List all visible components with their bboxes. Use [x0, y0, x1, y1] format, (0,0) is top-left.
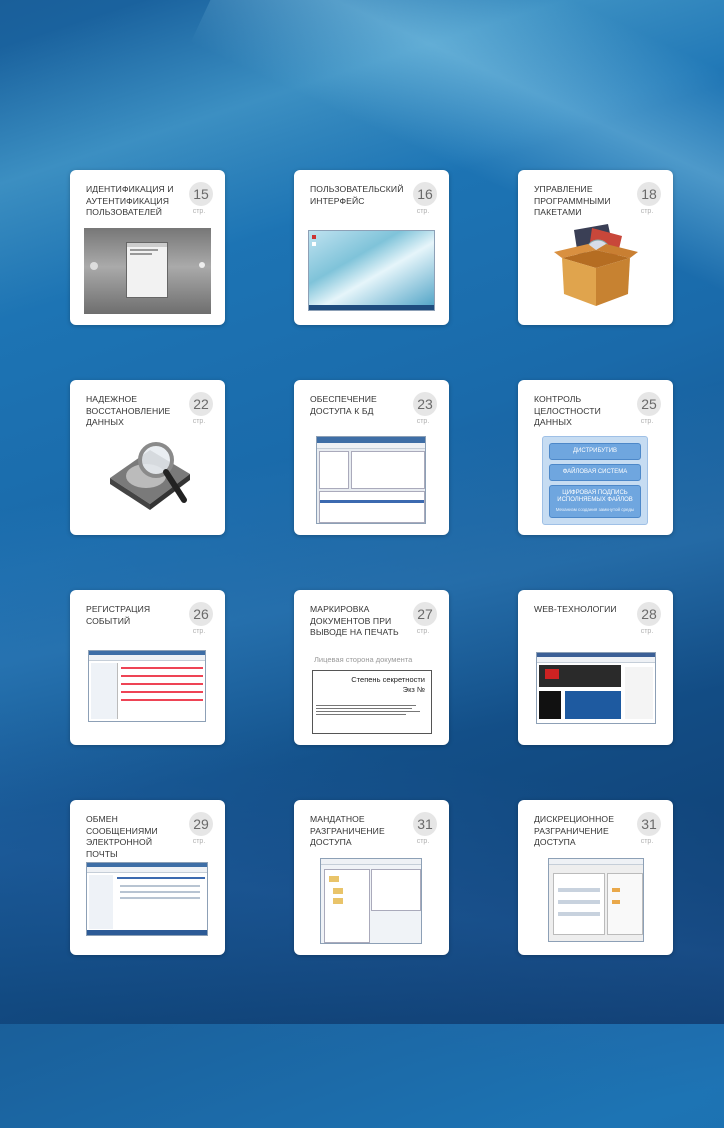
card-title: ДИСКРЕЦИОННОЕ РАЗГРАНИЧЕНИЕ ДОСТУПА	[534, 814, 615, 847]
card-web[interactable]: WEB-ТЕХНОЛОГИИ 28 стр.	[518, 590, 673, 745]
card-title: ПОЛЬЗОВАТЕЛЬСКИЙ ИНТЕРФЕЙС	[310, 184, 404, 206]
card-packages[interactable]: УПРАВЛЕНИЕ ПРОГРАММНЫМИ ПАКЕТАМИ 18 стр.	[518, 170, 673, 325]
web-image	[539, 691, 561, 719]
mail-folders	[89, 875, 113, 929]
page-number-badge: 27	[413, 602, 437, 626]
card-title: МАНДАТНОЕ РАЗГРАНИЧЕНИЕ ДОСТУПА	[310, 814, 385, 847]
card-title: МАРКИРОВКА ДОКУМЕНТОВ ПРИ ВЫВОДЕ НА ПЕЧА…	[310, 604, 399, 637]
desktop-screenshot	[308, 230, 435, 311]
page-label: стр.	[416, 208, 430, 215]
card-recovery[interactable]: НАДЕЖНОЕ ВОССТАНОВЛЕНИЕ ДАННЫХ 22 стр.	[70, 380, 225, 535]
page-label: стр.	[192, 208, 206, 215]
mandatory-attributes	[371, 869, 421, 911]
document-sample: Степень секретности Экз №	[312, 670, 432, 734]
page-number-badge: 31	[413, 812, 437, 836]
db-tree-panel	[319, 451, 349, 489]
page-label: стр.	[192, 418, 206, 425]
page-label: стр.	[640, 418, 654, 425]
login-dialog	[126, 242, 168, 298]
browser-screenshot	[536, 652, 656, 724]
card-discretionary[interactable]: ДИСКРЕЦИОННОЕ РАЗГРАНИЧЕНИЕ ДОСТУПА 31 с…	[518, 800, 673, 955]
page-label: стр.	[192, 628, 206, 635]
mandatory-tree	[324, 869, 370, 943]
page-label: стр.	[416, 418, 430, 425]
card-auth[interactable]: ИДЕНТИФИКАЦИЯ И АУТЕНТИФИКАЦИЯ ПОЛЬЗОВАТ…	[70, 170, 225, 325]
permissions-table	[553, 873, 605, 935]
mail-screenshot	[86, 862, 208, 936]
page-label: стр.	[416, 838, 430, 845]
card-integrity[interactable]: КОНТРОЛЬ ЦЕЛОСТНОСТИ ДАННЫХ 25 стр. ДИСТ…	[518, 380, 673, 535]
secrecy-line: Степень секретности	[351, 675, 425, 684]
permissions-screenshot	[548, 858, 644, 942]
page-number-badge: 16	[413, 182, 437, 206]
user-icon	[90, 262, 98, 270]
page-label: стр.	[640, 208, 654, 215]
db-screenshot	[316, 436, 426, 524]
card-title: РЕГИСТРАЦИЯ СОБЫТИЙ	[86, 604, 151, 626]
integrity-diagram: ДИСТРИБУТИВ ФАЙЛОВАЯ СИСТЕМА ЦИФРОВАЯ ПО…	[542, 436, 648, 525]
card-mandatory[interactable]: МАНДАТНОЕ РАЗГРАНИЧЕНИЕ ДОСТУПА 31 стр.	[294, 800, 449, 955]
hard-drive-magnifier	[110, 442, 190, 510]
integrity-item-filesystem: ФАЙЛОВАЯ СИСТЕМА	[549, 464, 641, 481]
card-title: КОНТРОЛЬ ЦЕЛОСТНОСТИ ДАННЫХ	[534, 394, 601, 427]
integrity-item-distribution: ДИСТРИБУТИВ	[549, 443, 641, 460]
page-label: стр.	[192, 838, 206, 845]
page-number-badge: 28	[637, 602, 661, 626]
card-events[interactable]: РЕГИСТРАЦИЯ СОБЫТИЙ 26 стр.	[70, 590, 225, 745]
page-number-badge: 29	[189, 812, 213, 836]
page-label: стр.	[416, 628, 430, 635]
document-caption: Лицевая сторона документа	[314, 655, 413, 664]
login-screenshot	[84, 228, 211, 314]
page-number-badge: 15	[189, 182, 213, 206]
page-number-badge: 22	[189, 392, 213, 416]
power-icon	[199, 262, 205, 268]
card-title: НАДЕЖНОЕ ВОССТАНОВЛЕНИЕ ДАННЫХ	[86, 394, 171, 427]
web-sidebar	[625, 667, 653, 719]
card-title: ОБМЕН СООБЩЕНИЯМИ ЭЛЕКТРОННОЙ ПОЧТЫ	[86, 814, 158, 859]
page-number-badge: 25	[637, 392, 661, 416]
page-number-badge: 18	[637, 182, 661, 206]
web-image	[565, 691, 621, 719]
card-mail[interactable]: ОБМЕН СООБЩЕНИЯМИ ЭЛЕКТРОННОЙ ПОЧТЫ 29 с…	[70, 800, 225, 955]
permissions-options	[607, 873, 643, 935]
page-number-badge: 23	[413, 392, 437, 416]
package-box-icon	[554, 224, 638, 306]
taskbar	[309, 305, 434, 310]
db-list-panel	[351, 451, 425, 489]
card-title: УПРАВЛЕНИЕ ПРОГРАММНЫМИ ПАКЕТАМИ	[534, 184, 611, 217]
integrity-item-signature-label: ЦИФРОВАЯ ПОДПИСЬ ИСПОЛНЯЕМЫХ ФАЙЛОВ	[557, 490, 633, 503]
card-title: ИДЕНТИФИКАЦИЯ И АУТЕНТИФИКАЦИЯ ПОЛЬЗОВАТ…	[86, 184, 174, 217]
log-sidebar	[91, 663, 118, 719]
mandatory-screenshot	[320, 858, 422, 944]
page-label: стр.	[640, 628, 654, 635]
card-ui[interactable]: ПОЛЬЗОВАТЕЛЬСКИЙ ИНТЕРФЕЙС 16 стр.	[294, 170, 449, 325]
page-number-badge: 31	[637, 812, 661, 836]
card-marking[interactable]: МАРКИРОВКА ДОКУМЕНТОВ ПРИ ВЫВОДЕ НА ПЕЧА…	[294, 590, 449, 745]
copy-number-line: Экз №	[402, 685, 425, 694]
page-number-badge: 26	[189, 602, 213, 626]
integrity-item-signature-sub: Механизм создания замкнутой среды	[555, 507, 635, 512]
desktop-icon	[312, 235, 316, 239]
db-grid-panel	[319, 491, 425, 523]
integrity-item-signature: ЦИФРОВАЯ ПОДПИСЬ ИСПОЛНЯЕМЫХ ФАЙЛОВ Меха…	[549, 485, 641, 518]
card-title: ОБЕСПЕЧЕНИЕ ДОСТУПА К БД	[310, 394, 377, 416]
page-label: стр.	[640, 838, 654, 845]
desktop-icon	[312, 242, 316, 246]
web-banner	[539, 665, 621, 687]
log-screenshot	[88, 650, 206, 722]
card-title: WEB-ТЕХНОЛОГИИ	[534, 604, 617, 614]
card-db[interactable]: ОБЕСПЕЧЕНИЕ ДОСТУПА К БД 23 стр.	[294, 380, 449, 535]
